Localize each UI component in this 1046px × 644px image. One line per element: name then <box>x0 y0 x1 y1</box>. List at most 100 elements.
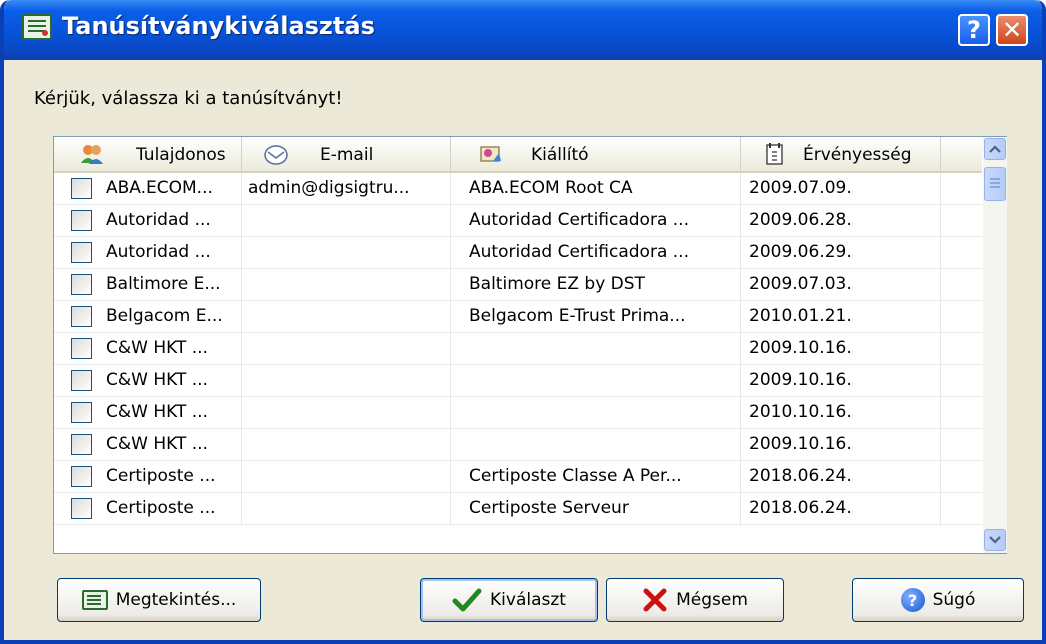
cell-issuer: Autoridad Certificadora ... <box>451 205 741 236</box>
row-checkbox[interactable] <box>71 210 92 231</box>
cell-issuer: Certiposte Classe A Per... <box>451 461 741 492</box>
table-row[interactable]: C&W HKT ... 2009.10.16. <box>54 333 982 365</box>
window-title: Tanúsítványkiválasztás <box>62 12 375 40</box>
cell-email <box>242 269 451 300</box>
cell-email <box>242 365 451 396</box>
select-button-label: Kiválaszt <box>490 590 566 610</box>
cell-issuer <box>451 397 741 428</box>
row-checkbox[interactable] <box>71 274 92 295</box>
column-header-email[interactable]: E-mail <box>242 137 451 171</box>
instruction-text: Kérjük, válassza ki a tanúsítványt! <box>34 88 343 109</box>
users-icon <box>81 145 103 164</box>
cell-validity: 2009.07.03. <box>741 269 941 300</box>
cell-owner: C&W HKT ... <box>106 429 242 460</box>
calendar-icon <box>766 143 783 165</box>
table-row[interactable]: Certiposte ... Certiposte Classe A Per..… <box>54 461 982 493</box>
cell-owner: Certiposte ... <box>106 461 242 492</box>
table-row[interactable]: C&W HKT ... 2010.10.16. <box>54 397 982 429</box>
cell-issuer: Autoridad Certificadora ... <box>451 237 741 268</box>
cell-issuer: Baltimore EZ by DST <box>451 269 741 300</box>
chevron-up-icon <box>989 145 1001 153</box>
cell-validity: 2009.07.09. <box>741 173 941 204</box>
checkmark-icon <box>452 588 482 612</box>
cell-owner: Certiposte ... <box>106 493 242 524</box>
cell-validity: 2009.06.29. <box>741 237 941 268</box>
cell-issuer: ABA.ECOM Root CA <box>451 173 741 204</box>
table-row[interactable]: Baltimore E... Baltimore EZ by DST 2009.… <box>54 269 982 301</box>
column-label-issuer: Kiállító <box>531 145 589 165</box>
title-bar[interactable]: Tanúsítványkiválasztás ? ✕ <box>4 0 1042 60</box>
help-dialog-button[interactable]: ? Súgó <box>852 578 1024 622</box>
cell-validity: 2009.10.16. <box>741 429 941 460</box>
chevron-down-icon <box>989 536 1001 544</box>
issuer-icon <box>480 146 501 162</box>
cell-email <box>242 397 451 428</box>
table-row[interactable]: Autoridad ... Autoridad Certificadora ..… <box>54 205 982 237</box>
row-checkbox[interactable] <box>71 178 92 199</box>
row-checkbox[interactable] <box>71 434 92 455</box>
cell-email <box>242 493 451 524</box>
cell-issuer <box>451 365 741 396</box>
cell-email <box>242 429 451 460</box>
column-label-validity: Érvényesség <box>803 145 912 165</box>
column-label-email: E-mail <box>320 145 374 165</box>
table-row[interactable]: Autoridad ... Autoridad Certificadora ..… <box>54 237 982 269</box>
help-icon: ? <box>900 588 925 612</box>
scroll-up-button[interactable] <box>984 138 1006 160</box>
cell-owner: Autoridad ... <box>106 237 242 268</box>
cell-issuer: Certiposte Serveur <box>451 493 741 524</box>
view-button-label: Megtekintés... <box>115 590 237 610</box>
column-header-validity[interactable]: Érvényesség <box>741 137 941 171</box>
cell-owner: C&W HKT ... <box>106 333 242 364</box>
view-button[interactable]: Megtekintés... <box>57 578 261 622</box>
cell-validity: 2010.10.16. <box>741 397 941 428</box>
cell-validity: 2010.01.21. <box>741 301 941 332</box>
cell-owner: Baltimore E... <box>106 269 242 300</box>
scroll-down-button[interactable] <box>984 529 1006 551</box>
x-cross-icon <box>643 588 667 612</box>
table-row[interactable]: Certiposte ... Certiposte Serveur 2018.0… <box>54 493 982 525</box>
cancel-button[interactable]: Mégsem <box>606 578 784 622</box>
help-button-label: Súgó <box>932 590 976 610</box>
row-checkbox[interactable] <box>71 306 92 327</box>
close-button[interactable]: ✕ <box>996 14 1028 46</box>
cell-owner: Autoridad ... <box>106 205 242 236</box>
table-row[interactable]: C&W HKT ... 2009.10.16. <box>54 429 982 461</box>
cell-validity: 2009.10.16. <box>741 333 941 364</box>
cancel-button-label: Mégsem <box>676 590 748 610</box>
cell-email <box>242 333 451 364</box>
row-checkbox[interactable] <box>71 242 92 263</box>
cell-email <box>242 205 451 236</box>
row-checkbox[interactable] <box>71 338 92 359</box>
help-button[interactable]: ? <box>958 14 990 46</box>
row-checkbox[interactable] <box>71 466 92 487</box>
table-row[interactable]: Belgacom E... Belgacom E-Trust Prima... … <box>54 301 982 333</box>
cell-validity: 2009.06.28. <box>741 205 941 236</box>
cell-email: admin@digsigtru... <box>242 173 451 204</box>
column-header-owner[interactable]: Tulajdonos <box>54 137 242 171</box>
cell-issuer <box>451 333 741 364</box>
cell-issuer <box>451 429 741 460</box>
column-label-owner: Tulajdonos <box>136 145 226 165</box>
row-checkbox[interactable] <box>71 402 92 423</box>
cell-validity: 2018.06.24. <box>741 493 941 524</box>
cell-owner: Belgacom E... <box>106 301 242 332</box>
vertical-scrollbar[interactable] <box>983 137 1007 553</box>
table-row[interactable]: ABA.ECOM... admin@digsigtru... ABA.ECOM … <box>54 173 982 205</box>
cell-owner: C&W HKT ... <box>106 365 242 396</box>
cell-email <box>242 301 451 332</box>
select-button[interactable]: Kiválaszt <box>420 578 598 622</box>
row-checkbox[interactable] <box>71 370 92 391</box>
column-header-issuer[interactable]: Kiállító <box>451 137 741 171</box>
cell-validity: 2018.06.24. <box>741 461 941 492</box>
table-row[interactable]: C&W HKT ... 2009.10.16. <box>54 365 982 397</box>
envelope-icon <box>264 145 288 165</box>
certificate-icon <box>22 14 52 40</box>
certificate-selection-dialog: Tanúsítványkiválasztás ? ✕ Kérjük, válas… <box>0 0 1046 644</box>
cell-email <box>242 237 451 268</box>
cell-owner: C&W HKT ... <box>106 397 242 428</box>
row-checkbox[interactable] <box>71 498 92 519</box>
scroll-thumb[interactable] <box>984 167 1006 201</box>
cell-owner: ABA.ECOM... <box>106 173 242 204</box>
certificate-list[interactable]: Tulajdonos E-mail Kiállító Érvényesség A… <box>53 136 1007 554</box>
